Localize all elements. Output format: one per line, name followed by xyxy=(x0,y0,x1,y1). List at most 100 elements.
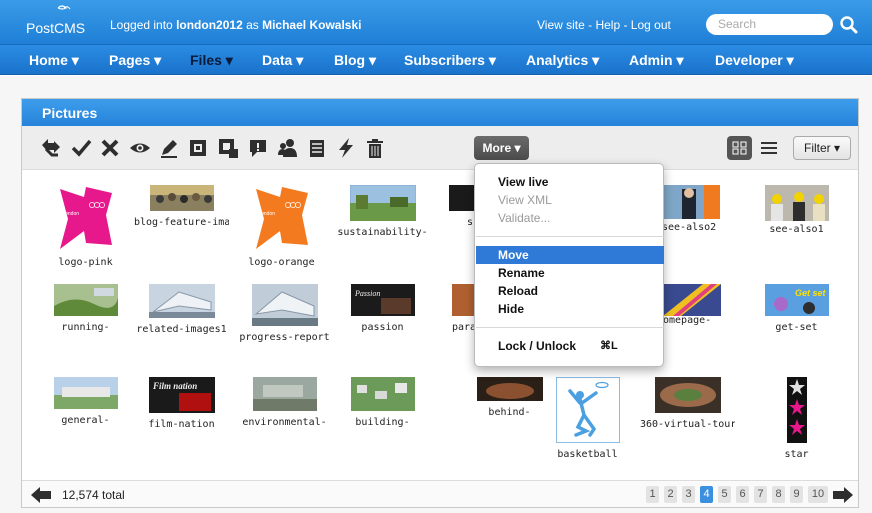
page-10[interactable]: 10 xyxy=(808,486,828,503)
thumbnail xyxy=(53,377,118,409)
nav-pages[interactable]: Pages ▾ xyxy=(109,52,161,69)
postcms-logo[interactable]: PostCMS xyxy=(26,4,86,36)
page-3[interactable]: 3 xyxy=(682,486,695,503)
view-toggle xyxy=(727,136,781,160)
nav-developer[interactable]: Developer ▾ xyxy=(715,52,794,69)
pencil-icon[interactable] xyxy=(158,137,180,159)
nav-subscribers[interactable]: Subscribers ▾ xyxy=(404,52,496,69)
menu-item-view-live[interactable]: View live xyxy=(476,173,664,191)
thumbnail xyxy=(662,185,720,219)
menu-item-lock-unlock[interactable]: Lock / Unlock ⌘L xyxy=(476,337,664,355)
users-icon[interactable] xyxy=(277,137,299,159)
menu-item-move[interactable]: Move xyxy=(476,246,664,264)
picture-item[interactable]: running- xyxy=(38,284,133,333)
filter-button[interactable]: Filter ▾ xyxy=(793,136,851,160)
thumbnail xyxy=(53,284,118,316)
trash-icon[interactable] xyxy=(364,137,386,159)
next-page-icon[interactable] xyxy=(832,486,854,504)
picture-label: related-images1 xyxy=(136,324,227,335)
picture-label: environmental- xyxy=(242,417,327,428)
picture-label: see-also2 xyxy=(662,222,717,233)
picture-item[interactable]: s xyxy=(449,185,477,228)
move-icon[interactable] xyxy=(40,137,62,159)
menu-separator xyxy=(476,327,664,328)
menu-item-view-xml: View XML xyxy=(498,193,552,207)
thumb-text-passion: Passion xyxy=(354,289,380,298)
page-8[interactable]: 8 xyxy=(772,486,785,503)
lightning-icon[interactable] xyxy=(335,137,357,159)
user-name: Michael Kowalski xyxy=(262,18,362,32)
menu-item-hide[interactable]: Hide xyxy=(476,300,664,318)
page-6[interactable]: 6 xyxy=(736,486,749,503)
thumbnail: Passion xyxy=(350,284,415,316)
picture-label: logo-orange xyxy=(248,257,315,268)
picture-item[interactable]: blog-feature-ima xyxy=(134,185,229,228)
nav-analytics[interactable]: Analytics ▾ xyxy=(526,52,599,69)
nav-home[interactable]: Home ▾ xyxy=(29,52,79,69)
notepad-icon[interactable] xyxy=(306,137,328,159)
picture-label: passion xyxy=(361,322,404,333)
thumbnail xyxy=(555,377,620,443)
page-2[interactable]: 2 xyxy=(664,486,677,503)
svg-text:london: london xyxy=(260,211,275,217)
check-icon[interactable] xyxy=(70,137,92,159)
more-button[interactable]: More ▾ xyxy=(474,136,529,160)
picture-item[interactable]: building- xyxy=(335,377,430,428)
page-5[interactable]: 5 xyxy=(718,486,731,503)
page-7[interactable]: 7 xyxy=(754,486,767,503)
thumbnail: london xyxy=(59,187,112,249)
picture-item[interactable]: london logo-orange xyxy=(234,185,329,268)
picture-item[interactable]: Get set get-set xyxy=(749,284,844,333)
search-button[interactable] xyxy=(836,14,860,36)
picture-label: get-set xyxy=(775,322,818,333)
picture-item[interactable]: see-also1 xyxy=(749,185,844,235)
picture-item[interactable]: related-images1 xyxy=(134,284,229,335)
picture-item[interactable]: 360-virtual-tour xyxy=(640,377,735,430)
picture-item[interactable]: sustainability- xyxy=(335,184,430,238)
list-view-icon[interactable] xyxy=(757,136,781,160)
picture-item[interactable]: progress-report xyxy=(237,284,332,343)
prev-page-icon[interactable] xyxy=(30,486,52,504)
picture-item[interactable]: Passion passion xyxy=(335,284,430,333)
more-menu: View live View XML Validate... Move Rena… xyxy=(474,163,664,367)
search-input[interactable]: Search xyxy=(706,14,833,35)
picture-label: film-nation xyxy=(148,419,215,430)
nav-admin[interactable]: Admin ▾ xyxy=(629,52,683,69)
picture-item[interactable]: london logo-pink xyxy=(38,185,133,268)
grid-view-icon[interactable] xyxy=(727,136,752,160)
nav-files[interactable]: Files ▾ xyxy=(190,52,233,69)
menu-separator xyxy=(476,236,664,237)
duplicate-icon[interactable] xyxy=(217,137,239,159)
picture-item[interactable]: environmental- xyxy=(237,377,332,428)
thumbnail xyxy=(251,284,318,326)
copy-icon[interactable] xyxy=(187,137,209,159)
thumbnail: Get set xyxy=(764,284,829,316)
page-9[interactable]: 9 xyxy=(790,486,803,503)
picture-label: sustainability- xyxy=(337,227,428,238)
thumbnail xyxy=(476,377,543,401)
picture-label: general- xyxy=(61,415,110,426)
top-links[interactable]: View site - Help - Log out xyxy=(537,18,671,32)
menu-item-rename[interactable]: Rename xyxy=(476,264,664,282)
login-prefix: Logged into xyxy=(110,18,177,32)
logo-text-cms: CMS xyxy=(54,20,86,36)
page-4[interactable]: 4 xyxy=(700,486,713,503)
menu-item-reload[interactable]: Reload xyxy=(476,282,664,300)
delete-x-icon[interactable] xyxy=(99,137,121,159)
picture-item[interactable]: omepage- xyxy=(663,284,723,326)
picture-item[interactable]: basketball xyxy=(540,377,635,460)
picture-item[interactable]: general- xyxy=(38,377,133,426)
picture-item[interactable]: Film nation film-nation xyxy=(134,377,229,430)
thumb-text-get-set: Get set xyxy=(795,288,827,298)
thumb-text-film-nation: Film nation xyxy=(152,381,197,391)
thumbnail xyxy=(449,185,477,211)
eye-icon[interactable] xyxy=(129,137,151,159)
nav-blog[interactable]: Blog ▾ xyxy=(334,52,376,69)
picture-label: star xyxy=(784,449,809,460)
page-1[interactable]: 1 xyxy=(646,486,659,503)
picture-item[interactable]: star xyxy=(749,377,844,460)
picture-label: see-also1 xyxy=(769,224,824,235)
nav-data[interactable]: Data ▾ xyxy=(262,52,303,69)
picture-item[interactable]: see-also2 xyxy=(662,185,722,233)
comment-icon[interactable] xyxy=(247,137,269,159)
